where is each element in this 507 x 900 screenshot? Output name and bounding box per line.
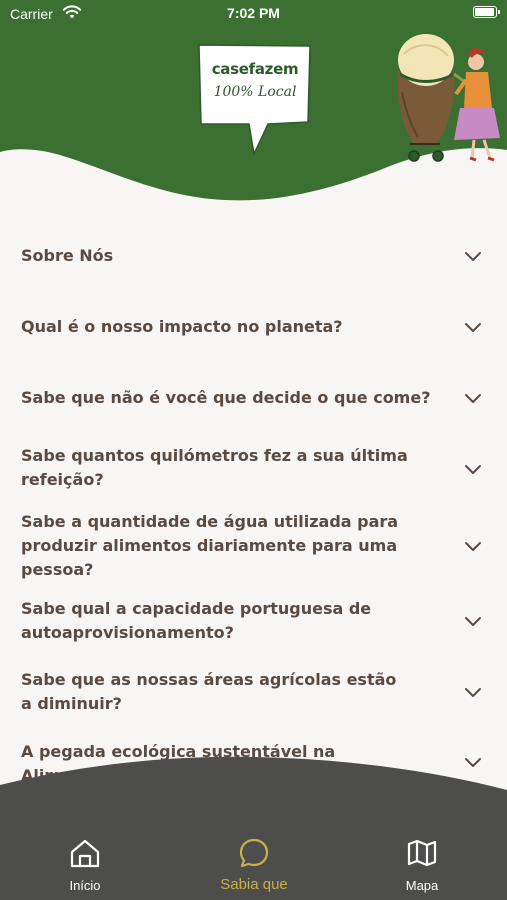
chevron-down-icon [465, 688, 481, 697]
tab-mapa[interactable]: Mapa [362, 833, 482, 897]
faq-item-decide[interactable]: Sabe que não é você que decide o que com… [0, 362, 507, 434]
faq-question: Sabe que as nossas áreas agrícolas estão… [21, 670, 397, 713]
status-bar: Carrier 7:02 PM [0, 0, 507, 28]
faq-item-agua[interactable]: Sabe a quantidade de água utilizada para… [0, 504, 507, 586]
home-icon [70, 839, 100, 868]
tab-sabia-que[interactable]: Sabia que [194, 833, 314, 897]
map-icon [407, 839, 437, 867]
faq-question: Sobre Nós [21, 246, 114, 265]
faq-item-impacto[interactable]: Qual é o nosso impacto no planeta? [0, 292, 507, 362]
logo-title: casefazem [211, 60, 299, 78]
tab-inicio[interactable]: Início [25, 833, 145, 897]
chevron-down-icon [465, 617, 481, 626]
faq-question: Sabe qual a capacidade portuguesa de aut… [21, 599, 372, 642]
chevron-down-icon [465, 323, 481, 332]
logo-subtitle: 100% Local [213, 84, 297, 100]
app-logo: casefazem 100% Local [196, 42, 314, 160]
tab-label: Início [69, 878, 101, 893]
faq-question: Sabe que não é você que decide o que com… [21, 388, 431, 407]
faq-item-areas-agricolas[interactable]: Sabe que as nossas áreas agrícolas estão… [0, 658, 507, 730]
chevron-down-icon [465, 542, 481, 551]
faq-list: Sobre Nós Qual é o nosso impacto no plan… [0, 222, 507, 802]
woman-pushing-cart-icon [397, 34, 500, 162]
tab-label: Mapa [405, 878, 439, 893]
faq-item-sobre-nos[interactable]: Sobre Nós [0, 222, 507, 292]
chevron-down-icon [465, 465, 481, 474]
tab-label: Sabia que [220, 876, 288, 893]
chevron-down-icon [465, 394, 481, 403]
faq-item-autoaprovisionamento[interactable]: Sabe qual a capacidade portuguesa de aut… [0, 586, 507, 658]
faq-question: Qual é o nosso impacto no planeta? [21, 317, 343, 336]
battery-level [475, 8, 494, 16]
battery-icon [473, 6, 500, 18]
chevron-down-icon [465, 252, 481, 261]
faq-question: Sabe a quantidade de água utilizada para… [21, 512, 399, 579]
faq-item-quilometros[interactable]: Sabe quantos quilómetros fez a sua últim… [0, 434, 507, 504]
tab-bar: Início Sabia que Mapa [0, 745, 507, 900]
status-time: 7:02 PM [227, 5, 280, 21]
speech-bubble-icon [239, 838, 269, 868]
faq-question: Sabe quantos quilómetros fez a sua últim… [21, 446, 408, 489]
